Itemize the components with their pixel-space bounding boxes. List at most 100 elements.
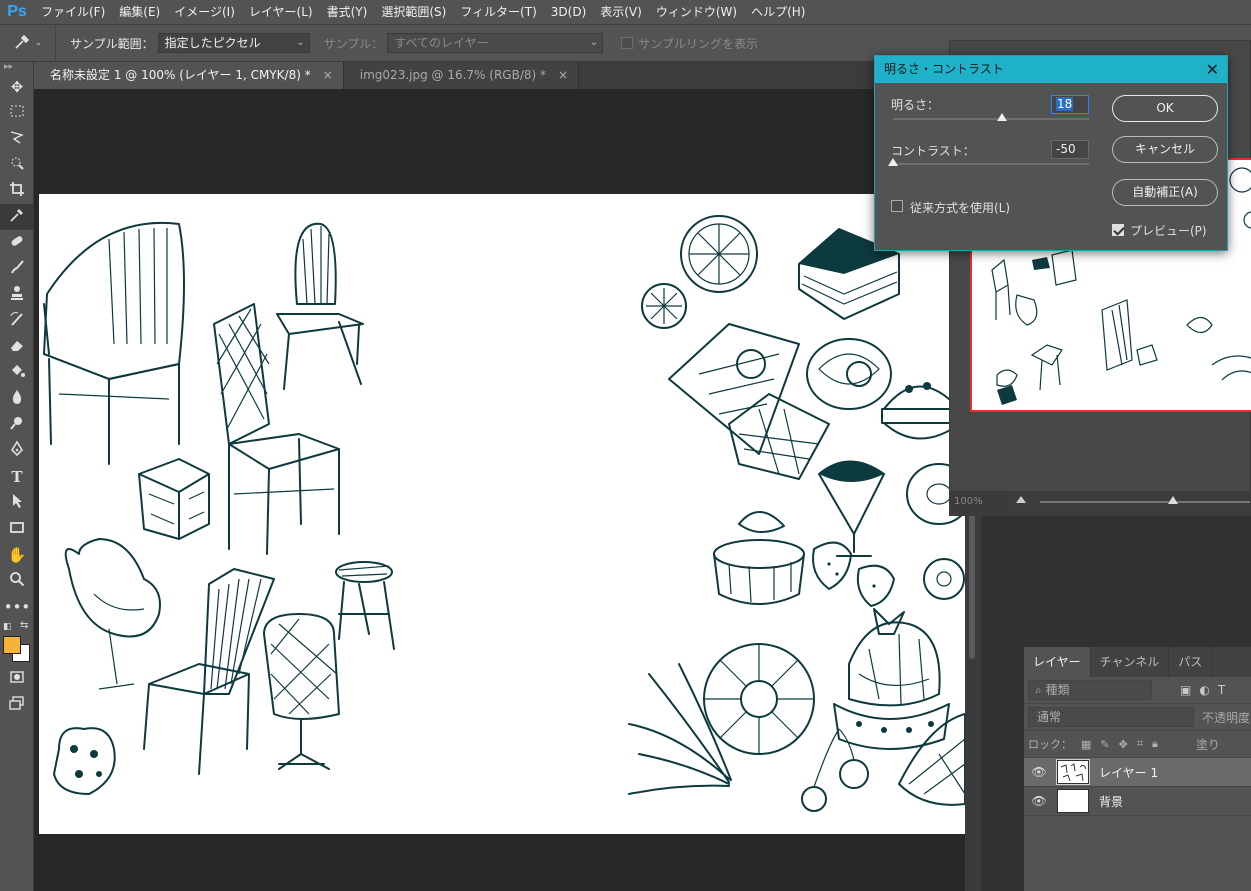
contrast-label: コントラスト： [891,144,975,158]
type-tool[interactable]: T [0,464,34,490]
close-icon[interactable]: ✕ [1206,56,1219,83]
brightness-slider[interactable] [893,113,1089,121]
dialog-title-bar[interactable]: 明るさ・コントラスト ✕ [875,56,1227,83]
lock-pixels-icon[interactable]: ✎ [1100,738,1109,751]
tab-paths[interactable]: パス [1169,647,1213,677]
foreground-color-swatch[interactable] [3,636,21,654]
swap-colors-icon[interactable]: ⇆ [20,620,28,631]
menu-layer[interactable]: レイヤー(L) [242,0,320,24]
lock-controls: ロック： ▦ ✎ ✥ ⌗ 🔒︎ [1028,736,1158,752]
crop-tool[interactable] [0,178,34,204]
lock-label: ロック： [1028,738,1072,751]
dessert-plate-sketch [668,323,830,480]
preview-checkbox[interactable] [1112,224,1124,236]
leaves-sketch [628,663,732,795]
marquee-tool[interactable] [0,100,34,126]
blend-mode-select[interactable]: 通常 [1028,707,1194,727]
visibility-eye-icon[interactable]: 👁︎ [1024,794,1054,808]
tab-layers[interactable]: レイヤー [1024,647,1091,677]
menu-select[interactable]: 選択範囲(S) [374,0,453,24]
menu-image[interactable]: イメージ(I) [167,0,242,24]
lock-position-icon[interactable]: ✥ [1119,738,1128,751]
rectangle-icon [8,518,26,540]
zoom-tool[interactable] [0,568,34,594]
contrast-input[interactable]: -50 [1051,140,1089,159]
document-tab-active[interactable]: 名称未設定 1 @ 100% (レイヤー 1, CMYK/8) * × [34,62,344,89]
layer-thumbnail [1056,759,1090,785]
tool-preset-picker[interactable]: ⌄ [0,24,56,62]
layer-row[interactable]: 👁︎ 背景 [1024,787,1251,816]
contrast-slider[interactable] [888,158,1089,166]
eraser-tool[interactable] [0,334,34,360]
menu-window[interactable]: ウィンドウ(W) [649,0,744,24]
menu-file[interactable]: ファイル(F) [34,0,112,24]
rectangle-tool[interactable] [0,516,34,542]
cherries-sketch [801,728,869,812]
chevron-down-icon: ⌄ [34,38,43,48]
lock-artboard-icon[interactable]: ⌗ [1137,737,1143,751]
lock-transparent-icon[interactable]: ▦ [1081,738,1091,751]
legacy-checkbox[interactable] [891,200,903,212]
healing-brush-tool[interactable] [0,230,34,256]
type-filter-icon[interactable]: T [1218,683,1225,697]
close-tab-icon[interactable]: × [323,62,333,89]
auto-button[interactable]: 自動補正(A) [1112,179,1218,206]
lasso-tool[interactable] [0,126,34,152]
layer-row-selected[interactable]: 👁︎ レイヤー 1 [1024,758,1251,787]
panel-collapse-icon[interactable]: ▸▸ [0,62,33,74]
default-colors-icon[interactable]: ◧ [3,622,12,632]
crop-icon [8,180,26,202]
close-tab-icon[interactable]: × [558,62,568,89]
chevron-down-icon: ⌄ [296,37,305,48]
layer-thumbnail [1057,789,1089,813]
menu-edit[interactable]: 編集(E) [112,0,167,24]
dodge-tool[interactable] [0,412,34,438]
menu-view[interactable]: 表示(V) [593,0,649,24]
image-filter-icon[interactable]: ▣ [1180,683,1191,697]
blur-tool[interactable] [0,386,34,412]
lock-all-icon[interactable]: 🔒︎ [1152,737,1158,751]
clone-stamp-tool[interactable] [0,282,34,308]
quick-mask-button[interactable] [0,666,34,692]
ok-button[interactable]: OK [1112,95,1218,122]
contrast-slider-knob[interactable] [888,158,898,166]
paint-bucket-tool[interactable] [0,360,34,386]
preview-label: プレビュー(P) [1130,224,1207,238]
brightness-input[interactable]: 18 [1051,95,1089,114]
menu-filter[interactable]: フィルター(T) [453,0,543,24]
show-sampling-ring-checkbox[interactable] [621,37,634,49]
document-tab[interactable]: img023.jpg @ 16.7% (RGB/8) * × [343,62,580,89]
move-tool[interactable]: ✥ [0,74,34,100]
eyedropper-tool[interactable] [0,204,34,230]
slat-chair-sketch [143,568,275,775]
navigator-zoom-field[interactable]: 100% [952,494,1008,510]
history-brush-tool[interactable] [0,308,34,334]
menu-type[interactable]: 書式(Y) [320,0,375,24]
quick-selection-tool[interactable] [0,152,34,178]
path-selection-tool[interactable] [0,490,34,516]
navigator-footer: 100% [950,491,1251,515]
droplet-icon [8,388,26,410]
document-canvas[interactable] [39,194,965,834]
edit-toolbar-button[interactable]: ••• [0,594,34,620]
layer-filter-select[interactable]: ⌕ 種類 [1028,680,1152,700]
lasso-icon [8,128,26,150]
hand-tool[interactable]: ✋ [0,542,34,568]
menu-help[interactable]: ヘルプ(H) [744,0,812,24]
brush-tool[interactable] [0,256,34,282]
cancel-button[interactable]: キャンセル [1112,136,1218,163]
menu-3d[interactable]: 3D(D) [544,0,593,24]
screen-mode-button[interactable] [0,692,34,718]
tab-channels[interactable]: チャンネル [1091,647,1170,677]
sample-select[interactable]: すべてのレイヤー ⌄ [387,33,604,53]
zoom-out-icon[interactable] [1016,496,1026,503]
visibility-eye-icon[interactable]: 👁︎ [1024,765,1054,779]
pen-tool[interactable] [0,438,34,464]
sample-size-select[interactable]: 指定したピクセル ⌄ [157,33,310,53]
scrollbar-thumb[interactable] [969,499,975,659]
navigator-zoom-slider[interactable] [1040,496,1250,504]
brightness-slider-knob[interactable] [997,113,1007,121]
chevron-down-icon: ⌄ [589,37,599,48]
adjustment-filter-icon[interactable]: ◐ [1199,683,1209,697]
slider-knob[interactable] [1168,496,1178,504]
